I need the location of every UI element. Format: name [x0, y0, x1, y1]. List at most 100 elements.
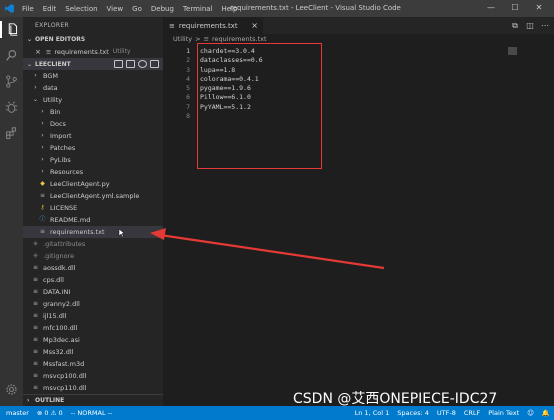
tree-file[interactable]: ⓘ README.md — [23, 214, 163, 226]
line-number: 4 — [186, 74, 190, 83]
language-mode[interactable]: Plain Text — [488, 409, 519, 417]
status-bar: master ⊗ 0 ⚠ 0 -- NORMAL -- Ln 1, Col 1 … — [0, 406, 554, 420]
chevron-right-icon: › — [41, 168, 44, 175]
outline-section[interactable]: › OUTLINE — [23, 394, 163, 406]
text-file-icon: ≡ — [32, 372, 39, 379]
annotation-highlight-box — [197, 43, 322, 169]
tree-folder[interactable]: › PyLibs — [23, 154, 163, 166]
tree-folder[interactable]: ⌄ Utility — [23, 94, 163, 106]
tree-item-label: Patches — [50, 144, 76, 152]
gear-icon[interactable] — [3, 381, 20, 398]
extensions-icon[interactable] — [3, 125, 20, 142]
tree-file[interactable]: ≡ requirements.txt — [23, 226, 163, 238]
git-branch[interactable]: master — [6, 409, 29, 417]
problems-counter[interactable]: ⊗ 0 ⚠ 0 — [37, 409, 63, 417]
open-editors-section[interactable]: ⌄ OPEN EDITORS — [23, 34, 163, 46]
line-number: 5 — [186, 84, 190, 93]
tree-file[interactable]: ≡ cps.dll — [23, 274, 163, 286]
chevron-right-icon: › — [41, 144, 44, 151]
tree-folder[interactable]: › Import — [23, 130, 163, 142]
tree-file[interactable]: ◈ .gitignore — [23, 250, 163, 262]
project-root[interactable]: ⌄ LEECLIENT — [23, 58, 163, 70]
source-control-icon[interactable] — [3, 73, 20, 90]
search-icon[interactable] — [3, 47, 20, 64]
tree-item-label: DATA.INI — [43, 288, 71, 296]
new-folder-icon[interactable] — [126, 60, 135, 68]
indentation[interactable]: Spaces: 4 — [397, 409, 429, 417]
tree-item-label: requirements.txt — [50, 228, 105, 236]
text-file-icon: ≡ — [32, 348, 39, 355]
minimize-button[interactable]: — — [482, 3, 500, 12]
menu-terminal[interactable]: Terminal — [183, 5, 213, 13]
tab-label: requirements.txt — [178, 21, 238, 30]
maximize-button[interactable]: ☐ — [506, 3, 524, 12]
refresh-icon[interactable] — [138, 60, 147, 68]
close-icon[interactable]: × — [35, 46, 41, 58]
close-icon[interactable]: × — [251, 21, 258, 30]
tree-file[interactable]: ≡ aossdk.dll — [23, 262, 163, 274]
menu-go[interactable]: Go — [132, 5, 142, 13]
tree-item-label: Import — [50, 132, 72, 140]
files-icon[interactable] — [0, 21, 23, 38]
menu-selection[interactable]: Selection — [65, 5, 97, 13]
title-bar: File Edit Selection View Go Debug Termin… — [0, 0, 554, 17]
tree-file[interactable]: ≡ LeeClientAgent.yml.sample — [23, 190, 163, 202]
encoding[interactable]: UTF-8 — [437, 409, 456, 417]
bell-icon[interactable]: 🔔 — [542, 409, 550, 417]
tree-file[interactable]: ≡ ijl15.dll — [23, 310, 163, 322]
tab-bar: ≡ requirements.txt × ⧉ ◫ ⋯ — [163, 17, 554, 34]
open-editor-folder: Utility — [112, 48, 131, 55]
tree-file[interactable]: ≡ Mssfast.m3d — [23, 358, 163, 370]
text-file-icon: ≡ — [45, 48, 52, 56]
explorer-sidebar: EXPLORER ⌄ OPEN EDITORS × ≡ requirements… — [23, 17, 163, 406]
debug-icon[interactable] — [3, 99, 20, 116]
split-editor-icon[interactable]: ◫ — [525, 21, 535, 30]
new-file-icon[interactable] — [114, 60, 123, 68]
tree-folder[interactable]: › Bin — [23, 106, 163, 118]
activity-bar — [0, 17, 23, 406]
breadcrumb-folder[interactable]: Utility — [173, 34, 192, 45]
tree-item-label: ijl15.dll — [43, 312, 67, 320]
tree-file[interactable]: ≡ Mss32.dll — [23, 346, 163, 358]
open-editor-item[interactable]: × ≡ requirements.txt Utility — [23, 46, 163, 58]
chevron-right-icon: › — [34, 72, 37, 79]
open-changes-icon[interactable]: ⧉ — [510, 21, 520, 30]
menu-file[interactable]: File — [22, 5, 34, 13]
menu-edit[interactable]: Edit — [43, 5, 57, 13]
tree-folder[interactable]: › data — [23, 82, 163, 94]
tree-file[interactable]: ≡ Mp3dec.asi — [23, 334, 163, 346]
feedback-icon[interactable]: ☺ — [527, 409, 534, 417]
tree-file[interactable]: ≡ mfc100.dll — [23, 322, 163, 334]
chevron-down-icon: ⌄ — [27, 60, 33, 68]
menu-debug[interactable]: Debug — [151, 5, 174, 13]
tree-file[interactable]: ≡ granny2.dll — [23, 298, 163, 310]
tree-file[interactable]: ≡ msvcp110.dll — [23, 382, 163, 394]
cursor-position[interactable]: Ln 1, Col 1 — [355, 409, 390, 417]
text-file-icon: ≡ — [32, 264, 39, 271]
chevron-right-icon: › — [41, 108, 44, 115]
tab-requirements[interactable]: ≡ requirements.txt × — [163, 17, 263, 34]
text-file-icon: ≡ — [32, 300, 39, 307]
tree-item-label: data — [43, 84, 58, 92]
more-actions-icon[interactable]: ⋯ — [540, 21, 550, 30]
line-number: 6 — [186, 93, 190, 102]
collapse-all-icon[interactable] — [150, 60, 159, 68]
tree-file[interactable]: ≡ DATA.INI — [23, 286, 163, 298]
tree-file[interactable]: ⚷ LICENSE — [23, 202, 163, 214]
tree-folder[interactable]: › Resources — [23, 166, 163, 178]
tree-folder[interactable]: › BGM — [23, 70, 163, 82]
tree-folder[interactable]: › Docs — [23, 118, 163, 130]
tree-file[interactable]: ≡ msvcp100.dll — [23, 370, 163, 382]
chevron-right-icon: › — [34, 84, 37, 91]
close-window-button[interactable]: ✕ — [530, 3, 548, 12]
chevron-right-icon: › — [41, 156, 44, 163]
tree-item-label: BGM — [43, 72, 58, 80]
minimap[interactable] — [508, 47, 517, 55]
tree-file[interactable]: ◆ LeeClientAgent.py — [23, 178, 163, 190]
open-editor-filename: requirements.txt — [54, 48, 109, 56]
tree-file[interactable]: ◈ .gitattributes — [23, 238, 163, 250]
tree-folder[interactable]: › Patches — [23, 142, 163, 154]
menu-view[interactable]: View — [107, 5, 124, 13]
tree-item-label: LeeClientAgent.yml.sample — [50, 192, 140, 200]
line-ending[interactable]: CRLF — [464, 409, 480, 417]
